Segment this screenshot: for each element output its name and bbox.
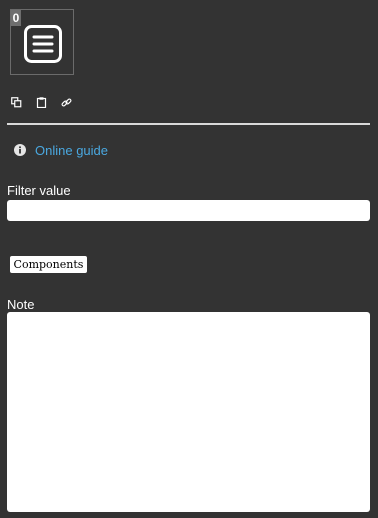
info-icon <box>14 144 26 156</box>
online-guide-row: Online guide <box>14 142 108 158</box>
preview-index-badge: 0 <box>11 10 21 26</box>
paste-icon[interactable] <box>36 97 47 108</box>
hamburger-menu-icon <box>24 25 62 63</box>
link-icon[interactable] <box>61 97 72 108</box>
note-label: Note <box>7 297 35 312</box>
element-preview[interactable]: 0 <box>10 9 74 75</box>
note-textarea[interactable] <box>7 312 370 512</box>
filter-value-label: Filter value <box>7 183 71 198</box>
filter-value-input[interactable] <box>7 200 370 221</box>
section-divider <box>7 123 370 125</box>
online-guide-link[interactable]: Online guide <box>35 143 108 158</box>
copy-icon[interactable] <box>11 97 22 108</box>
properties-panel: 0 Online guide Filter value Components N… <box>0 0 378 518</box>
components-button[interactable]: Components <box>10 256 87 273</box>
